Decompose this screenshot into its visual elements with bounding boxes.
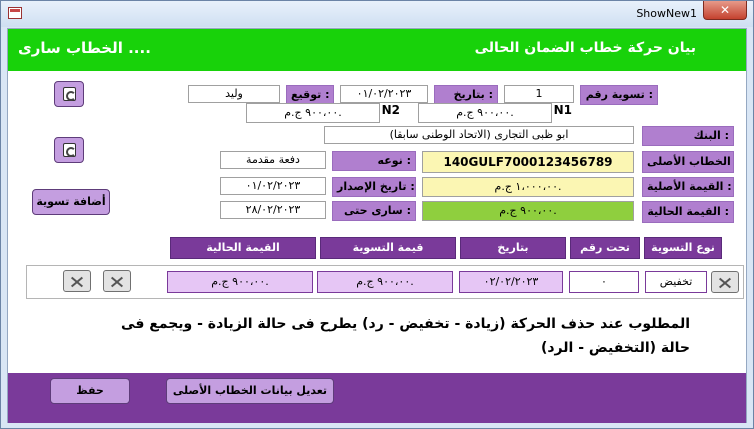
add-settlement-button[interactable]: أضافة تسوية: [32, 189, 110, 215]
sign-field[interactable]: وليد: [188, 85, 280, 103]
edit-original-button[interactable]: تعديل بيانات الخطاب الأصلى: [166, 378, 334, 404]
app-icon: [8, 7, 22, 19]
refresh-icon: [63, 87, 76, 101]
type-field[interactable]: دفعة مقدمة: [220, 151, 326, 169]
settlement-no-label: تسوية رقم :: [580, 85, 658, 105]
window-title: ShowNew1: [636, 7, 697, 20]
curr-value-field[interactable]: ٩٠٠،٠٠ ج.م.: [422, 201, 634, 221]
issue-date-field[interactable]: ٠١/٠٢/٢٠٢٣: [220, 177, 326, 195]
bank-label: البنك :: [642, 126, 734, 146]
col-header-date: بتاريخ: [460, 237, 566, 259]
col-header-type: نوع التسوية: [644, 237, 722, 259]
valid-until-label: سارى حتى :: [332, 201, 416, 221]
letter-status: الخطاب سارى ....: [18, 39, 151, 57]
settlement-date-label: بتاريخ :: [434, 85, 498, 105]
col-header-number: تحت رقم: [570, 237, 640, 259]
app-window: ShowNew1 ✕ بيان حركة خطاب الضمان الحالى …: [0, 0, 754, 429]
cell-current-value[interactable]: ٩٠٠،٠٠ ج.م.: [167, 271, 313, 293]
ref-field[interactable]: 140GULF7000123456789: [422, 151, 634, 173]
bank-field[interactable]: ابو ظبى التجارى (الاتحاد الوطنى سابقا): [324, 126, 634, 144]
col-header-current-value: القيمة الحالية: [170, 237, 316, 259]
settlement-date-field[interactable]: ٠١/٠٢/٢٠٢٣: [340, 85, 428, 103]
table-row[interactable]: تخفيض ٠ ٠٢/٠٢/٢٠٢٣ ٩٠٠،٠٠ ج.م. ٩٠٠،٠٠ ج.…: [26, 265, 744, 299]
delete-x-icon[interactable]: [103, 270, 131, 292]
sign-label: توقيع :: [286, 85, 334, 105]
issue-date-label: تاريخ الإصدار :: [332, 177, 416, 197]
form-body: بيان حركة خطاب الضمان الحالى الخطاب سارى…: [7, 28, 747, 423]
cell-settlement-value[interactable]: ٩٠٠،٠٠ ج.م.: [317, 271, 453, 293]
refresh-settlement-button[interactable]: [54, 81, 84, 107]
curr-value-label: القيمة الحالية :: [642, 201, 734, 223]
ref-label: رقم الخطاب الأصلى :: [642, 151, 734, 173]
n2-field[interactable]: ٩٠٠،٠٠ ج.م.: [246, 103, 380, 123]
note-line-2: حالة (التخفيض - الرد): [540, 340, 690, 356]
page-title: بيان حركة خطاب الضمان الحالى: [474, 40, 696, 56]
refresh-icon: [63, 143, 76, 157]
title-bar[interactable]: ShowNew1 ✕: [1, 1, 753, 27]
n1-field[interactable]: ٩٠٠،٠٠ ج.م.: [418, 103, 552, 123]
delete-x-icon[interactable]: [63, 270, 91, 292]
settlement-no-field[interactable]: 1: [504, 85, 574, 103]
header-band: بيان حركة خطاب الضمان الحالى الخطاب سارى…: [8, 29, 746, 71]
refresh-letter-button[interactable]: [54, 137, 84, 163]
cell-date[interactable]: ٠٢/٠٢/٢٠٢٣: [459, 271, 563, 293]
n1-tag: N1: [553, 103, 572, 117]
cell-type[interactable]: تخفيض: [645, 271, 707, 293]
n2-tag: N2: [381, 103, 400, 117]
valid-until-field[interactable]: ٢٨/٠٢/٢٠٢٣: [220, 201, 326, 219]
footer-band: حفظ تعديل بيانات الخطاب الأصلى: [8, 373, 746, 423]
note-line-1: المطلوب عند حذف الحركة (زيادة - تخفيض - …: [121, 316, 690, 332]
type-label: نوعه :: [332, 151, 416, 171]
save-button[interactable]: حفظ: [50, 378, 130, 404]
cell-number[interactable]: ٠: [569, 271, 639, 293]
deletion-note: المطلوب عند حذف الحركة (زيادة - تخفيض - …: [90, 312, 690, 360]
close-button[interactable]: ✕: [703, 1, 747, 20]
delete-x-icon[interactable]: [711, 271, 739, 293]
orig-value-field[interactable]: ١،٠٠٠،٠٠ ج.م.: [422, 177, 634, 197]
col-header-settlement-value: قيمة التسوية: [320, 237, 456, 259]
orig-value-label: القيمة الأصلية :: [642, 177, 734, 197]
